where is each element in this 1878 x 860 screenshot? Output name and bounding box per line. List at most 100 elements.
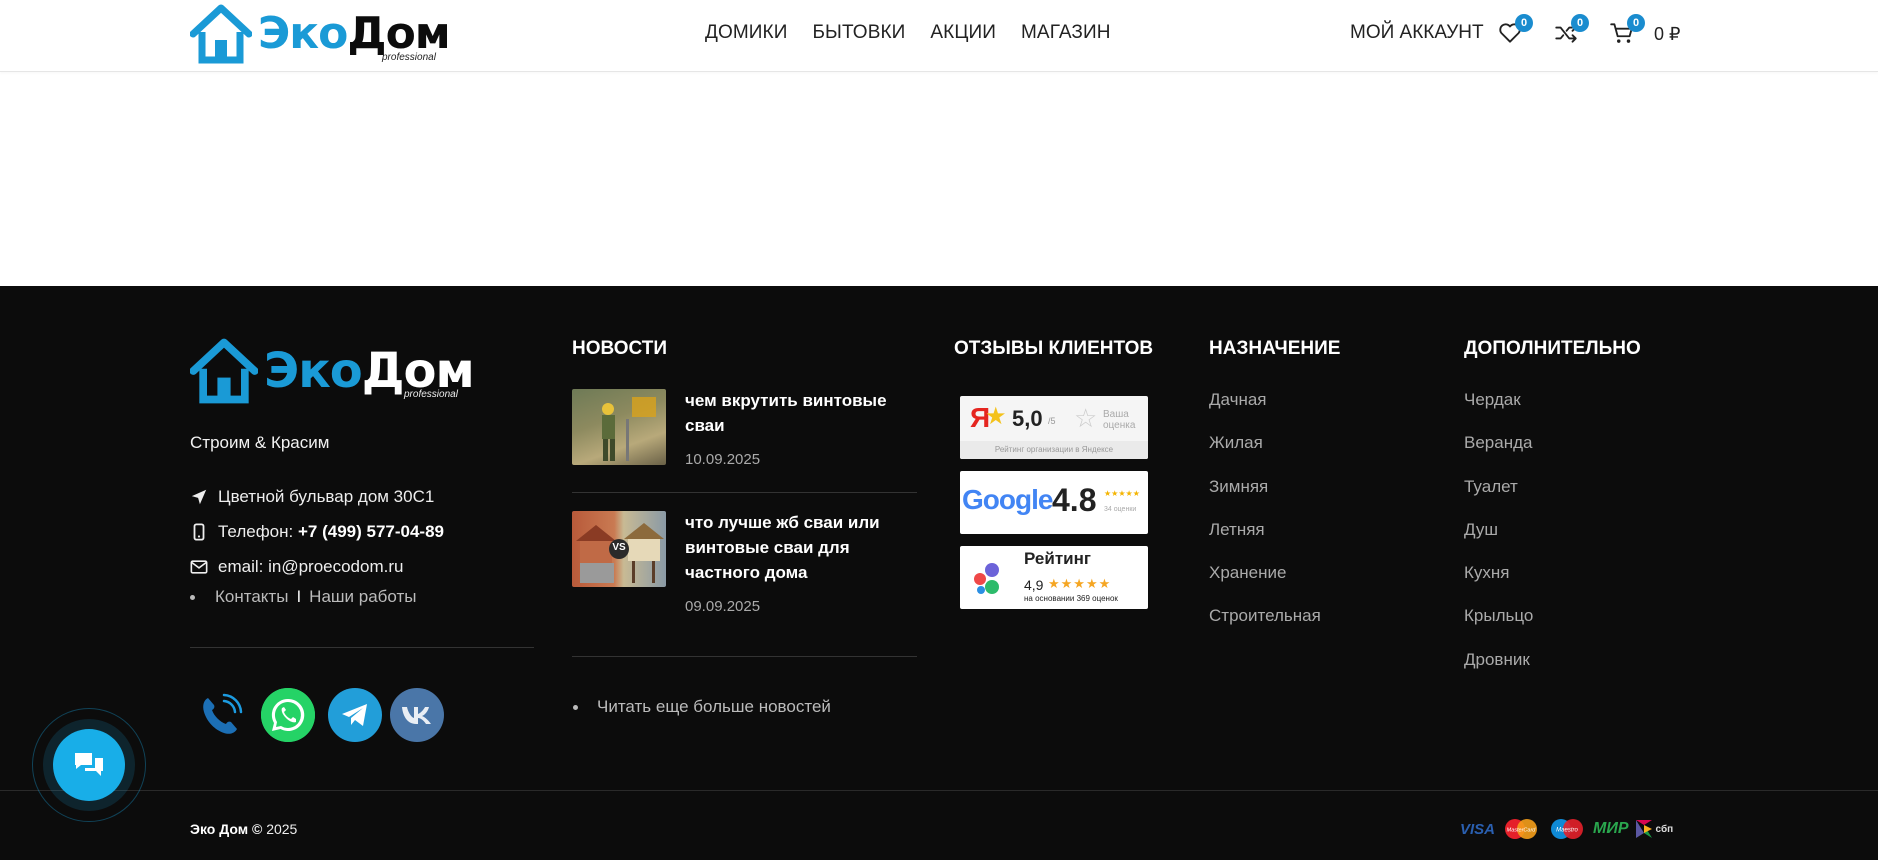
wishlist-count-badge: 0	[1515, 14, 1533, 32]
purpose-item-stroitelnaya[interactable]: Строительная	[1209, 606, 1321, 649]
extra-list: Чердак Веранда Туалет Душ Кухня Крыльцо …	[1464, 390, 1533, 693]
extra-item-veranda[interactable]: Веранда	[1464, 433, 1533, 476]
news-date-1: 10.09.2025	[685, 451, 761, 468]
nav-item-aktsii[interactable]: АКЦИИ	[930, 22, 996, 44]
compare-button[interactable]: 0	[1553, 14, 1589, 48]
copyright-brand: Эко Дом	[190, 821, 249, 837]
location-arrow-icon	[191, 489, 207, 505]
extra-item-dush[interactable]: Душ	[1464, 520, 1533, 563]
visa-logo: VISA	[1460, 820, 1496, 838]
phone-label: Телефон:	[218, 522, 294, 541]
purpose-item-dachnaya[interactable]: Дачная	[1209, 390, 1321, 433]
2gis-title: Рейтинг	[1024, 549, 1091, 568]
purpose-item-letnyaya[interactable]: Летняя	[1209, 520, 1321, 563]
logo-text: ЭкоДом	[264, 347, 475, 395]
logo-text-eko: Эко	[258, 8, 348, 59]
my-account-link[interactable]: МОЙ АККАУНТ	[1350, 22, 1484, 44]
2gis-rating-widget[interactable]: Рейтинг 4,9 ★★★★★ на основании 369 оцено…	[960, 546, 1148, 609]
google-caption: 34 оценки	[1104, 506, 1137, 513]
site-footer: ЭкоДом professional Строим & Красим Цвет…	[0, 286, 1878, 860]
logo-text: ЭкоДом	[258, 12, 451, 56]
cart-total[interactable]: 0 ₽	[1654, 24, 1680, 45]
payment-methods: VISA MasterCard Maestro МИР сбп	[1460, 818, 1673, 840]
logo-text-eko: Эко	[264, 343, 363, 399]
more-news-link[interactable]: Читать еще больше новостей	[573, 697, 831, 717]
telegram-icon	[342, 704, 367, 726]
empty-star-icon: ☆	[1074, 403, 1098, 433]
copyright: Эко Дом © 2025	[190, 821, 297, 837]
google-logo-icon: Google	[962, 484, 1053, 515]
sbp-logo-icon	[1635, 820, 1652, 838]
cart-count-badge: 0	[1627, 14, 1645, 32]
extra-item-cherdak[interactable]: Чердак	[1464, 390, 1533, 433]
mir-logo: МИР	[1593, 820, 1629, 837]
news-thumbnail-2[interactable]: VS	[572, 511, 666, 587]
news-thumbnail-1[interactable]	[572, 389, 666, 465]
copyright-icon: ©	[251, 821, 263, 837]
address: Цветной бульвар дом 30С1	[218, 487, 435, 506]
chat-bubbles-icon	[75, 753, 103, 776]
google-stars: ★★★★★	[1104, 489, 1140, 498]
maestro-logo-icon: Maestro	[1551, 819, 1584, 839]
chat-button[interactable]	[53, 729, 125, 801]
more-news-label: Читать еще больше новостей	[597, 697, 831, 716]
extra-item-drovnik[interactable]: Дровник	[1464, 650, 1533, 693]
extra-item-kryltso[interactable]: Крыльцо	[1464, 606, 1533, 649]
vk-icon	[402, 707, 431, 724]
worker-photo-icon	[602, 397, 656, 461]
yandex-rating-widget[interactable]: Я ★ 5,0 /5 ☆ Ваша оценка Рейтинг организа…	[960, 396, 1148, 459]
chat-widget[interactable]	[32, 708, 146, 822]
copyright-year: 2025	[266, 821, 298, 837]
footer-links: Контакты I Наши работы	[190, 587, 417, 607]
purpose-item-zhilaya[interactable]: Жилая	[1209, 433, 1321, 476]
google-score: 4.8	[1052, 482, 1097, 518]
purpose-heading: НАЗНАЧЕНИЕ	[1209, 338, 1341, 359]
divider	[572, 656, 917, 657]
google-rating-widget[interactable]: Google 4.8 ★★★★★ 34 оценки	[960, 471, 1148, 534]
nav-item-domiki[interactable]: ДОМИКИ	[705, 22, 787, 44]
2gis-logo-icon	[974, 563, 999, 594]
bullet	[573, 704, 578, 710]
purpose-item-khranenie[interactable]: Хранение	[1209, 563, 1321, 606]
wishlist-button[interactable]: 0	[1497, 14, 1533, 48]
extra-item-tualet[interactable]: Туалет	[1464, 477, 1533, 520]
slogan: Строим & Красим	[190, 433, 330, 452]
nav-item-magazin[interactable]: МАГАЗИН	[1021, 22, 1111, 44]
news-heading: НОВОСТИ	[572, 338, 668, 359]
address-row: Цветной бульвар дом 30С1	[190, 487, 434, 507]
phone-call-button[interactable]	[193, 688, 247, 742]
news-title-1[interactable]: чем вкрутить винтовые сваи	[685, 388, 905, 438]
whatsapp-button[interactable]	[261, 688, 315, 742]
cart-button[interactable]: 0	[1609, 14, 1645, 48]
logo-subtitle: professional	[404, 389, 458, 400]
divider	[572, 492, 917, 493]
site-header: ЭкоДом professional ДОМИКИ БЫТОВКИ АКЦИИ…	[0, 0, 1878, 72]
house-logo-icon	[190, 338, 258, 404]
our-works-link[interactable]: Наши работы	[309, 587, 416, 607]
divider	[190, 647, 534, 648]
purpose-list: Дачная Жилая Зимняя Летняя Хранение Стро…	[1209, 390, 1321, 650]
telegram-button[interactable]	[328, 688, 382, 742]
maestro-label: Maestro	[1556, 828, 1578, 834]
purpose-item-zimnyaya[interactable]: Зимняя	[1209, 477, 1321, 520]
mobile-phone-icon	[193, 523, 205, 541]
email-address[interactable]: in@proecodom.ru	[268, 557, 403, 576]
vk-button[interactable]	[390, 688, 444, 742]
mastercard-logo-icon: MasterCard	[1505, 819, 1538, 839]
email-label: email:	[218, 557, 264, 576]
main-nav: ДОМИКИ БЫТОВКИ АКЦИИ МАГАЗИН	[705, 22, 1111, 44]
news-date-2: 09.09.2025	[685, 598, 761, 615]
nav-item-bytovki[interactable]: БЫТОВКИ	[812, 22, 905, 44]
contacts-link[interactable]: Контакты	[215, 587, 288, 607]
news-title-2[interactable]: что лучше жб сваи или винтовые сваи для …	[685, 510, 905, 585]
logo-subtitle: professional	[382, 52, 436, 63]
sbp-label: сбп	[1655, 823, 1674, 835]
phone-number[interactable]: +7 (499) 577-04-89	[298, 522, 444, 541]
footer-logo[interactable]: ЭкоДом professional	[190, 336, 480, 406]
extra-item-kukhnya[interactable]: Кухня	[1464, 563, 1533, 606]
link-separator: I	[296, 587, 302, 606]
compare-count-badge: 0	[1571, 14, 1589, 32]
house-logo-icon	[190, 4, 252, 64]
yandex-rating-label: оценка	[1103, 420, 1136, 431]
email-row: email: in@proecodom.ru	[190, 557, 403, 577]
